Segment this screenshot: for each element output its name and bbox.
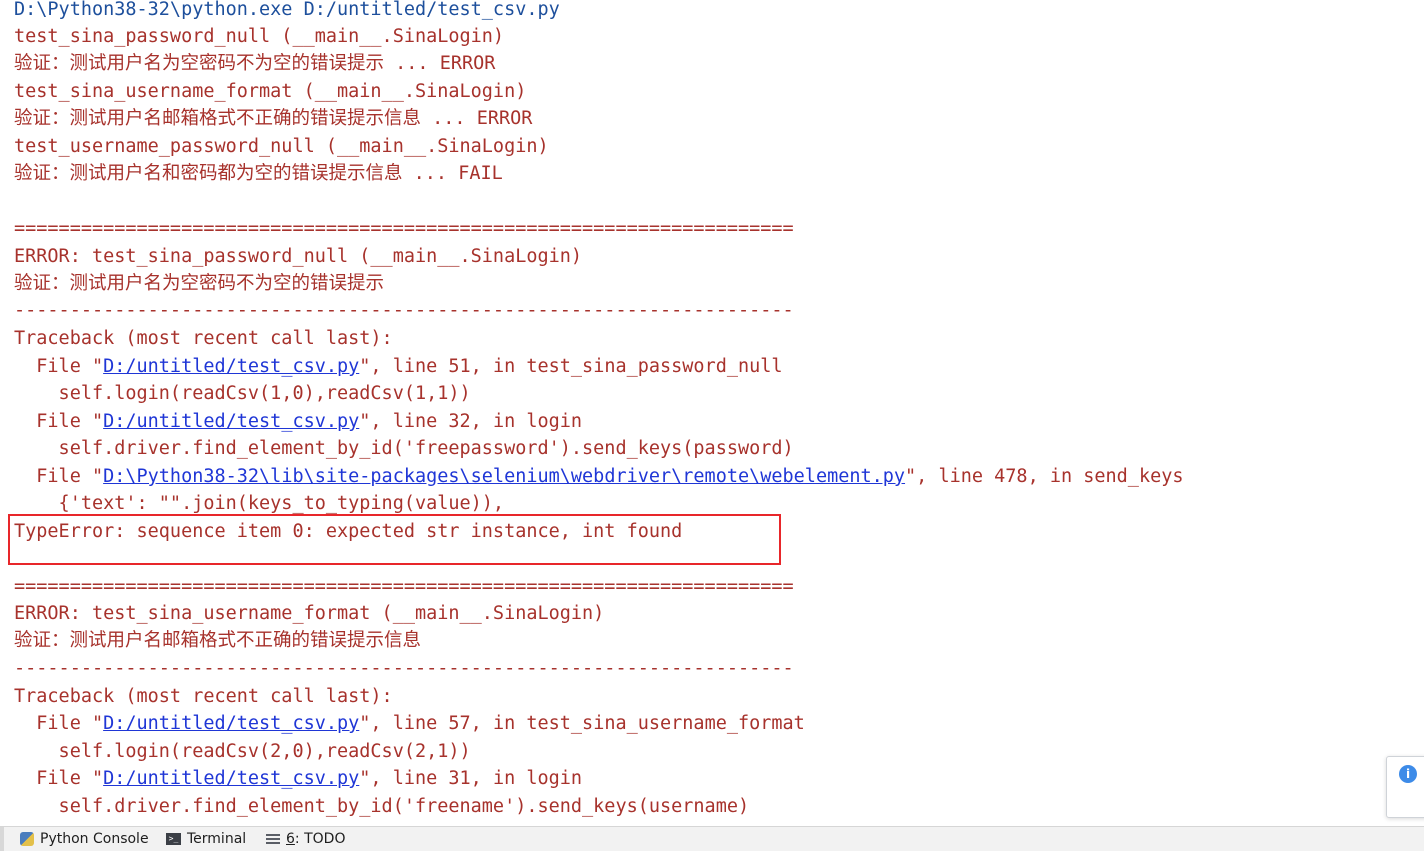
test-name-line: test_sina_username_format (__main__.Sina… [14, 81, 527, 102]
traceback-code-line: self.login(readCsv(1,0),readCsv(1,1)) [14, 383, 471, 404]
traceback-code-line: self.driver.find_element_by_id('freepass… [14, 438, 794, 459]
error-highlight-box [8, 514, 781, 565]
file-link[interactable]: D:\Python38-32\lib\site-packages\seleniu… [103, 466, 905, 487]
file-suffix: ", line 57, in test_sina_username_format [359, 713, 805, 734]
tab-todo[interactable]: 6: TODO [266, 827, 345, 851]
traceback-code-line: self.driver.find_element_by_id('freename… [14, 796, 750, 817]
traceback-file-line: File "D:/untitled/test_csv.py", line 57,… [14, 711, 805, 737]
info-icon: i [1399, 765, 1417, 783]
tab-python-console[interactable]: Python Console [20, 827, 149, 851]
file-suffix: ", line 478, in send_keys [905, 466, 1184, 487]
traceback-file-line: File "D:/untitled/test_csv.py", line 31,… [14, 766, 582, 792]
test-name-line: test_sina_password_null (__main__.SinaLo… [14, 26, 505, 47]
test-name-line: test_username_password_null (__main__.Si… [14, 136, 549, 157]
error-description: 验证：测试用户名为空密码不为空的错误提示 [14, 273, 385, 294]
traceback-file-line: File "D:/untitled/test_csv.py", line 32,… [14, 409, 582, 435]
file-link[interactable]: D:/untitled/test_csv.py [103, 768, 359, 789]
error-header: ERROR: test_sina_password_null (__main__… [14, 246, 583, 267]
bar-edge [0, 827, 4, 851]
file-prefix: File " [14, 411, 104, 432]
separator-line: ----------------------------------------… [14, 300, 794, 321]
traceback-header: Traceback (most recent call last): [14, 686, 393, 707]
todo-list-icon [266, 833, 280, 845]
command-line: D:\Python38-32\python.exe D:/untitled/te… [14, 0, 560, 20]
file-link[interactable]: D:/untitled/test_csv.py [103, 713, 359, 734]
file-link[interactable]: D:/untitled/test_csv.py [103, 356, 359, 377]
separator-line: ========================================… [14, 218, 794, 239]
test-result-line: 验证：测试用户名和密码都为空的错误提示信息 ... FAIL [14, 163, 503, 184]
file-prefix: File " [14, 713, 104, 734]
test-result-line: 验证：测试用户名邮箱格式不正确的错误提示信息 ... ERROR [14, 108, 533, 129]
tab-label: Python Console [40, 831, 149, 847]
file-suffix: ", line 51, in test_sina_password_null [359, 356, 783, 377]
traceback-header: Traceback (most recent call last): [14, 328, 393, 349]
file-link[interactable]: D:/untitled/test_csv.py [103, 411, 359, 432]
file-prefix: File " [14, 356, 104, 377]
tool-window-bar: Python Console >_ Terminal 6: TODO [0, 826, 1424, 851]
error-description: 验证：测试用户名邮箱格式不正确的错误提示信息 [14, 630, 422, 651]
file-prefix: File " [14, 768, 104, 789]
tab-label: Terminal [187, 831, 247, 847]
file-suffix: ", line 32, in login [359, 411, 583, 432]
separator-line: ----------------------------------------… [14, 658, 794, 679]
traceback-file-line: File "D:\Python38-32\lib\site-packages\s… [14, 464, 1184, 490]
file-prefix: File " [14, 466, 104, 487]
run-console-output[interactable]: D:\Python38-32\python.exe D:/untitled/te… [0, 0, 1424, 826]
file-suffix: ", line 31, in login [359, 768, 583, 789]
separator-line: ========================================… [14, 576, 794, 597]
tab-label: : TODO [294, 831, 346, 847]
error-header: ERROR: test_sina_username_format (__main… [14, 603, 605, 624]
python-console-icon [20, 832, 34, 846]
traceback-file-line: File "D:/untitled/test_csv.py", line 51,… [14, 354, 783, 380]
traceback-code-line: self.login(readCsv(2,0),readCsv(2,1)) [14, 741, 471, 762]
notification-popup[interactable]: i [1386, 756, 1424, 818]
tab-terminal[interactable]: >_ Terminal [166, 827, 246, 851]
test-result-line: 验证：测试用户名为空密码不为空的错误提示 ... ERROR [14, 53, 496, 74]
terminal-icon: >_ [166, 833, 181, 845]
todo-number: 6 [286, 831, 295, 847]
